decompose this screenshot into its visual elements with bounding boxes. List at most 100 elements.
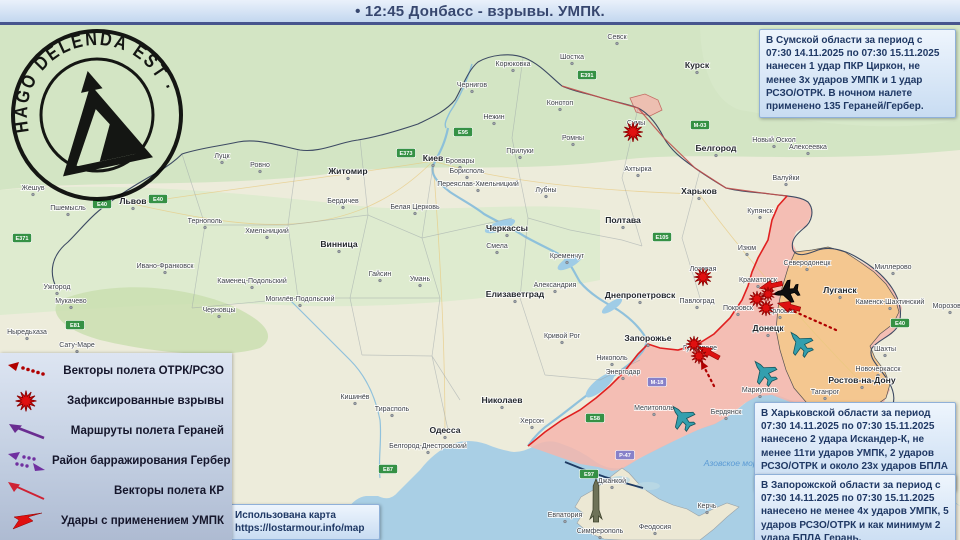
road-badge-label: Е373: [399, 151, 412, 157]
city-dot: [500, 405, 504, 410]
city-dot: [131, 206, 135, 211]
city-dot: [553, 289, 557, 294]
legend-item: Векторы полета ОТРК/РСЗО: [0, 360, 232, 382]
city-label: Полтава: [605, 215, 641, 225]
city-label: Елизаветград: [486, 289, 545, 299]
city-label: Киев: [423, 153, 444, 163]
city-dot: [838, 295, 842, 300]
lostarmour-logo-icon: [63, 70, 154, 177]
legend-item: Зафиксированные взрывы: [0, 389, 232, 413]
city-dot: [695, 305, 699, 310]
city-dot: [610, 362, 614, 367]
lostarmour-stamp: LOSTARMOUR · CARTHAGO DELENDA EST ·: [6, 24, 183, 201]
map-source-box: Использована карта https://lostarmour.in…: [228, 504, 380, 540]
city-dot: [558, 107, 562, 112]
city-dot: [778, 315, 782, 320]
road-badge-label: Е95: [458, 130, 468, 136]
city-dot: [695, 70, 699, 75]
city-dot: [784, 182, 788, 187]
city-label: Хмельницкий: [245, 227, 289, 235]
gerber-area-icon: [0, 449, 52, 473]
city-dot: [513, 299, 517, 304]
city-dot: [341, 205, 345, 210]
city-label: Прилуки: [506, 148, 533, 155]
city-dot: [505, 233, 509, 238]
city-label: Чернигов: [457, 82, 488, 89]
city-label: Покровск: [723, 305, 754, 312]
city-label: Бровары: [446, 158, 475, 165]
city-dot: [69, 305, 73, 310]
city-dot: [265, 235, 269, 240]
city-label: Изюм: [738, 245, 756, 252]
source-url: https://lostarmour.info/map: [235, 523, 365, 535]
info-box-sumy: В Сумской области за период с 07:30 14.1…: [759, 29, 956, 119]
city-dot: [518, 155, 522, 160]
city-label: Запорожье: [624, 333, 671, 343]
city-dot: [888, 306, 892, 311]
road-badge-label: Е105: [655, 235, 668, 241]
city-dot: [250, 285, 254, 290]
city-dot: [615, 41, 619, 46]
city-label: Белгород: [696, 143, 738, 153]
city-dot: [495, 250, 499, 255]
city-dot: [806, 151, 810, 156]
city-label: Алексеевка: [789, 144, 827, 151]
city-label: Морозовск: [933, 303, 960, 310]
page-title: • 12:45 Донбасс - взрывы. УМПК.: [355, 2, 605, 20]
city-label: Курск: [685, 60, 710, 70]
legend-label: Зафиксированные взрывы: [67, 394, 224, 407]
city-dot: [563, 519, 567, 524]
city-label: Могилёв-Подольский: [265, 295, 334, 303]
city-dot: [258, 169, 262, 174]
city-dot: [443, 435, 447, 440]
city-dot: [298, 303, 302, 308]
info-box-zaporizhzhia: В Запорожской области за период с 07:30 …: [754, 474, 956, 540]
title-bar: • 12:45 Донбасс - взрывы. УМПК.: [0, 0, 960, 25]
city-label: Кишинёв: [341, 394, 370, 401]
city-label: Краматорск: [739, 277, 778, 284]
road-badge-label: М-03: [694, 123, 707, 129]
city-dot: [203, 225, 207, 230]
city-label: Керчь: [697, 503, 716, 510]
umpk-strike-icon: [0, 509, 52, 533]
road-badge-label: Е40: [895, 321, 905, 327]
city-dot: [476, 188, 480, 193]
city-dot: [948, 310, 952, 315]
city-label: Сату-Маре: [59, 342, 95, 349]
city-dot: [736, 312, 740, 317]
city-dot: [610, 485, 614, 490]
legend-item: Маршруты полета Гераней: [0, 420, 232, 442]
city-label: Кривой Рог: [544, 332, 581, 340]
city-label: Пшемысль: [50, 205, 86, 212]
city-dot: [163, 270, 167, 275]
city-dot: [465, 175, 469, 180]
city-label: Никополь: [596, 355, 628, 362]
city-label: Симферополь: [577, 528, 624, 535]
city-dot: [413, 211, 417, 216]
city-label: Тирасполь: [375, 406, 410, 413]
city-label: Переяслав-Хмельницкий: [437, 180, 519, 188]
city-dot: [431, 163, 435, 168]
city-label: Смела: [486, 243, 508, 250]
city-dot: [697, 196, 701, 201]
explosion-icon: [0, 389, 52, 413]
city-dot: [621, 376, 625, 381]
city-label: Северодонецк: [784, 260, 832, 267]
city-label: Мариуполь: [742, 387, 779, 394]
city-label: Ростов-на-Дону: [828, 375, 895, 385]
city-dot: [560, 340, 564, 345]
road-badge-label: Е81: [70, 323, 80, 329]
city-dot: [745, 252, 749, 257]
city-dot: [598, 535, 602, 540]
city-label: Севск: [607, 34, 627, 41]
city-label: Новочеркасск: [856, 366, 902, 373]
city-label: Ровно: [250, 162, 270, 169]
city-dot: [530, 425, 534, 430]
legend-label: Векторы полета КР: [114, 485, 224, 498]
city-label: Ужгород: [44, 284, 71, 291]
city-dot: [66, 212, 70, 217]
city-dot: [353, 401, 357, 406]
city-label: Александрия: [534, 282, 577, 289]
city-dot: [772, 144, 776, 149]
city-dot: [544, 194, 548, 199]
